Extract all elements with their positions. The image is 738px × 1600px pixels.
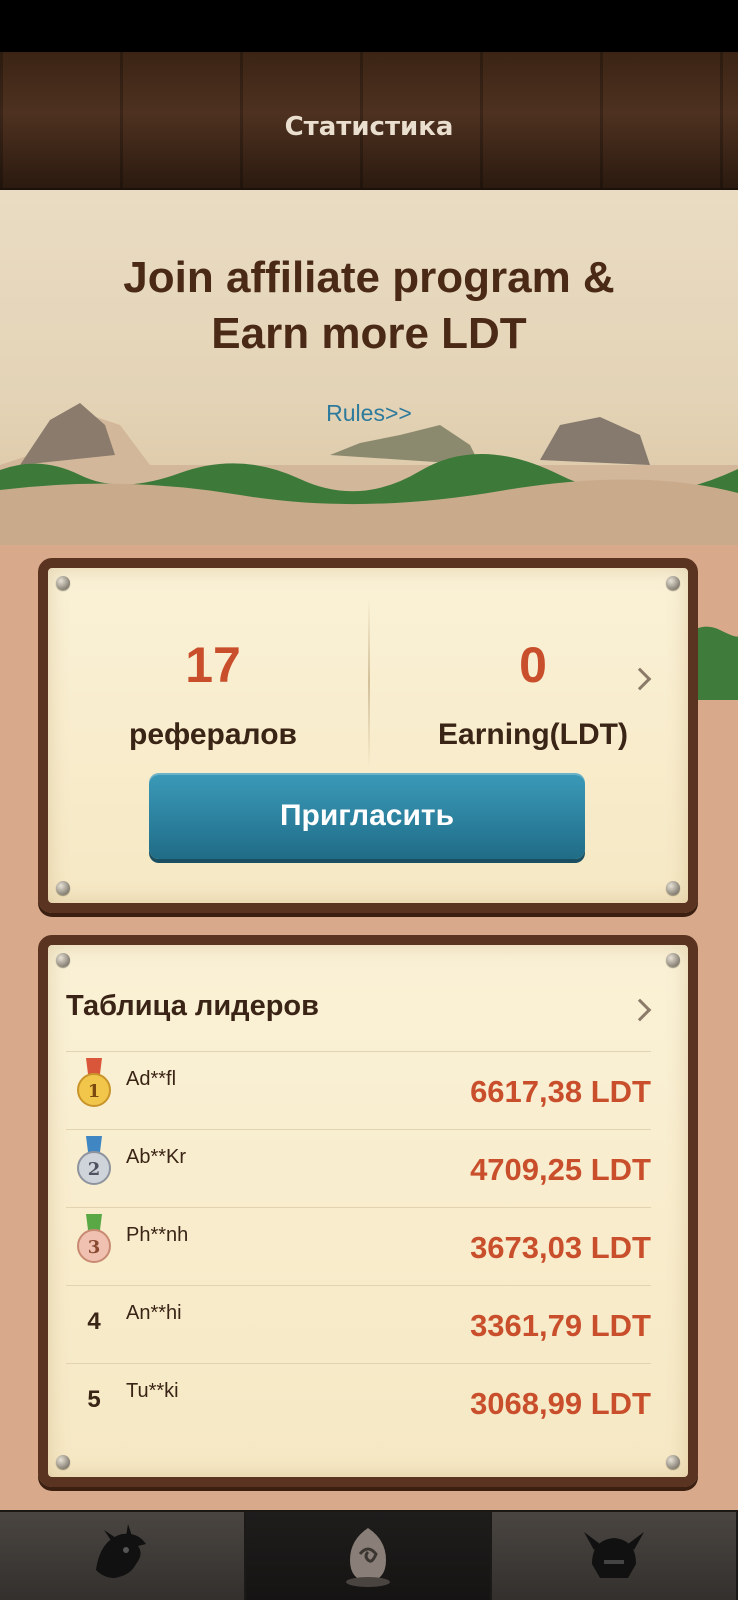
leader-name: An**hi [126, 1302, 182, 1324]
referrals-label: рефералов [129, 718, 297, 751]
leaderboard-row: 3 Ph**nh 3673,03 LDT [66, 1207, 651, 1285]
tab-egg[interactable] [246, 1512, 492, 1600]
bronze-medal-icon: 3 [77, 1214, 111, 1263]
rivet-icon [666, 576, 680, 590]
rivet-icon [56, 953, 70, 967]
leader-name: Ab**Kr [126, 1146, 187, 1168]
hero-title-line2: Earn more LDT [211, 309, 527, 358]
chevron-right-icon[interactable] [628, 998, 652, 1022]
gold-medal-icon: 1 [77, 1058, 111, 1107]
egg-icon [346, 1528, 390, 1587]
helmet-icon [584, 1532, 644, 1578]
tab-dragon[interactable] [0, 1512, 246, 1600]
medal-rank: 3 [88, 1237, 101, 1258]
dragon-icon [96, 1524, 146, 1578]
rules-link[interactable]: Rules>> [0, 400, 738, 427]
leader-amount: 6617,38 LDT [470, 1074, 651, 1109]
referral-stats-card: 17 рефералов 0 Earning(LDT) Пригласить [38, 558, 698, 913]
bottom-tab-bar [0, 1510, 738, 1600]
leader-rank: 4 [87, 1308, 101, 1335]
rivet-icon [666, 1455, 680, 1469]
hero-title: Join affiliate program & Earn more LDT [0, 250, 738, 362]
silver-medal-icon: 2 [77, 1136, 111, 1185]
rivet-icon [666, 881, 680, 895]
rivet-icon [666, 953, 680, 967]
rivet-icon [56, 1455, 70, 1469]
leaderboard-title: Таблица лидеров [66, 990, 319, 1022]
leader-rank: 5 [87, 1386, 101, 1413]
invite-button[interactable]: Пригласить [149, 773, 585, 859]
leaderboard-row: 4 An**hi 3361,79 LDT [66, 1285, 651, 1363]
leader-name: Tu**ki [126, 1380, 179, 1402]
hero-title-line1: Join affiliate program & [123, 253, 615, 302]
medal-rank: 1 [88, 1081, 101, 1102]
leader-amount: 3361,79 LDT [470, 1308, 651, 1343]
medal-rank: 2 [88, 1159, 101, 1180]
rivet-icon [56, 576, 70, 590]
tab-helmet[interactable] [492, 1512, 738, 1600]
leader-name: Ph**nh [126, 1224, 189, 1246]
leader-amount: 3068,99 LDT [470, 1386, 651, 1421]
referrals-count: 17 [185, 637, 241, 693]
leader-amount: 4709,25 LDT [470, 1152, 651, 1187]
leaderboard-row: 2 Ab**Kr 4709,25 LDT [66, 1129, 651, 1207]
page-title: Статистика [284, 112, 454, 142]
earning-value: 0 [519, 637, 547, 693]
rivet-icon [56, 881, 70, 895]
leaderboard-row: 5 Tu**ki 3068,99 LDT [66, 1363, 651, 1441]
status-bar [0, 0, 738, 52]
leaderboard-row: 1 Ad**fl 6617,38 LDT [66, 1051, 651, 1129]
leader-name: Ad**fl [126, 1068, 177, 1090]
leaderboard-card: Таблица лидеров 1 Ad**fl 6617,38 LDT 2 A… [38, 935, 698, 1487]
earning-label: Earning(LDT) [438, 718, 628, 751]
leader-amount: 3673,03 LDT [470, 1230, 651, 1265]
